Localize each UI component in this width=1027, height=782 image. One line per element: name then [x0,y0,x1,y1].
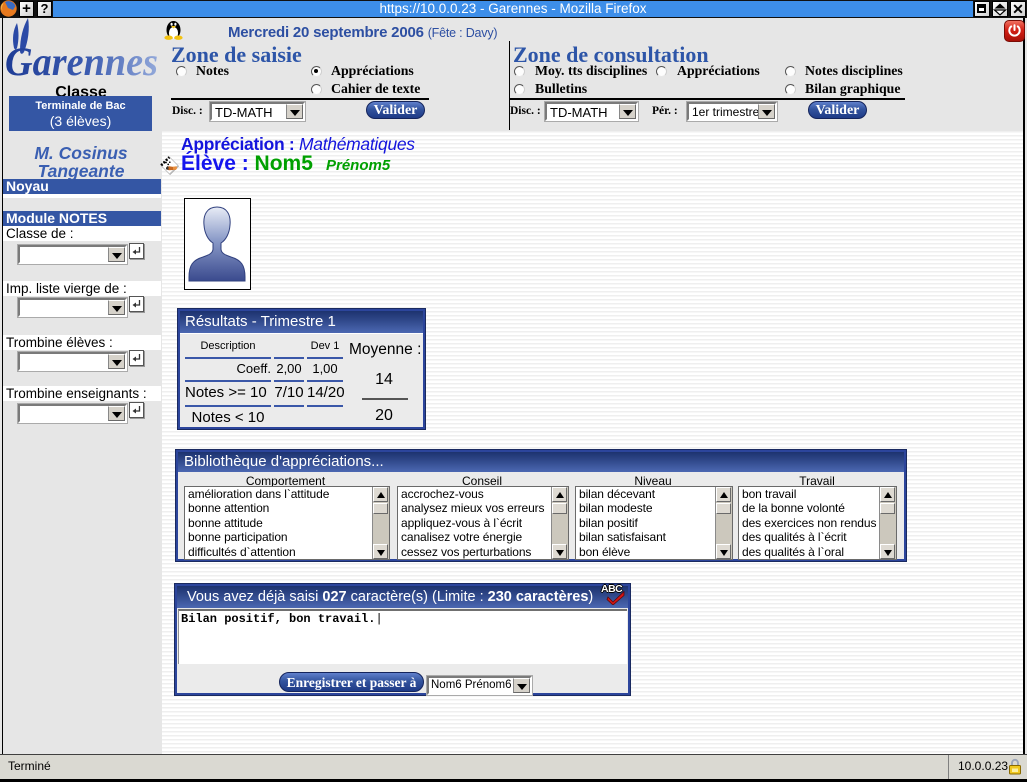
svg-text:Garennes: Garennes [5,39,158,80]
